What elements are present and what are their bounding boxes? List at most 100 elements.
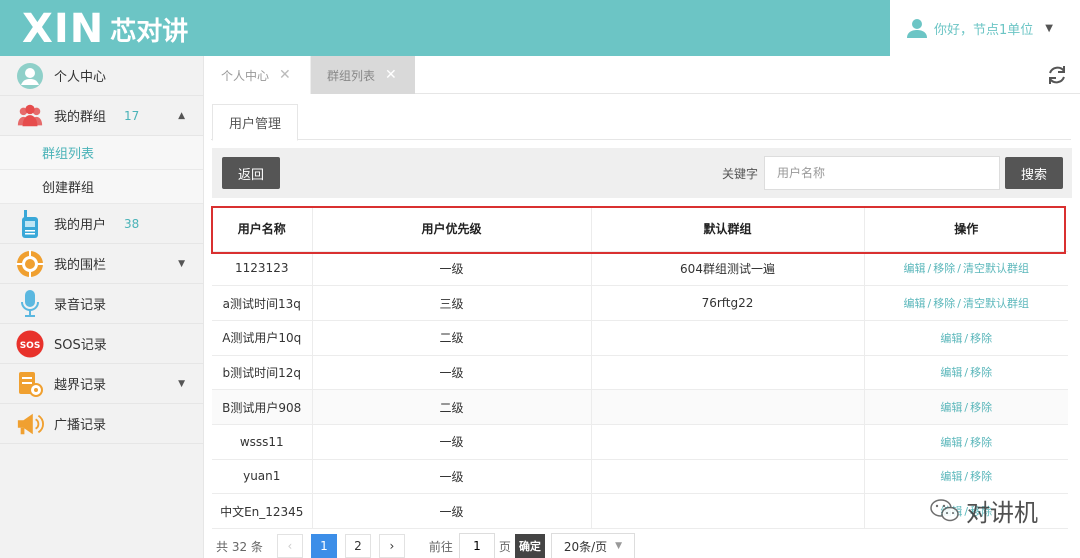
sidebar-item-label: 个人中心 [54,70,107,85]
search-button[interactable]: 搜索 [1005,157,1063,189]
cell-name: 中文En_12345 [212,493,313,529]
sidebar-item-my-fence[interactable]: 我的围栏 ▼ [0,244,203,284]
top-header: XIN 芯对讲 你好，节点1单位 ▼ [0,0,1080,56]
cell-priority: 一级 [312,251,592,287]
fence-target-icon [16,249,44,278]
close-icon[interactable]: ✕ [385,67,397,83]
clear-default-group-link[interactable]: 清空默认群组 [963,262,1029,275]
edit-link[interactable]: 编辑 [904,262,926,275]
goto-page-input[interactable] [458,533,495,558]
edit-link[interactable]: 编辑 [940,401,962,414]
sos-icon: SOS [16,330,44,358]
edit-link[interactable]: 编辑 [940,505,962,518]
cell-priority: 二级 [312,389,592,425]
tab-user-management[interactable]: 用户管理 [212,104,298,141]
cell-name: 1123123 [212,251,313,287]
keyword-input[interactable] [764,156,1000,190]
remove-link[interactable]: 移除 [970,505,992,518]
remove-link[interactable]: 移除 [970,470,992,483]
column-header-name: 用户名称 [212,207,313,252]
page-button-2[interactable]: 2 [344,534,371,558]
tab-personal-center[interactable]: 个人中心 ✕ [205,56,311,94]
megaphone-icon [16,410,44,438]
cell-actions: 编辑 / 移除 [864,320,1068,356]
edit-link[interactable]: 编辑 [940,366,962,379]
next-page-button[interactable]: › [378,534,405,558]
inner-tabs: 用户管理 [211,102,1071,141]
sidebar-item-broadcast[interactable]: 广播记录 [0,404,203,444]
sidebar-item-label: 越界记录 [54,378,107,393]
table-row: 中文En_12345 一级 编辑 / 移除 [212,493,1068,529]
table-header-row: 用户名称 用户优先级 默认群组 操作 [212,207,1068,252]
remove-link[interactable]: 移除 [970,332,992,345]
sidebar-item-group-list[interactable]: 群组列表 [0,136,203,170]
column-header-priority: 用户优先级 [312,207,592,252]
back-button[interactable]: 返回 [222,157,280,189]
user-table: 用户名称 用户优先级 默认群组 操作 1123123 一级 604群组测试一遍 … [212,207,1068,529]
cell-actions: 编辑 / 移除 [864,355,1068,391]
remove-link[interactable]: 移除 [970,366,992,379]
close-icon[interactable]: ✕ [279,67,291,83]
user-menu[interactable]: 你好，节点1单位 ▼ [890,0,1080,56]
remove-link[interactable]: 移除 [933,297,955,310]
cell-priority: 一级 [312,459,592,495]
remove-link[interactable]: 移除 [970,436,992,449]
sidebar-item-my-users[interactable]: 我的用户 38 [0,204,203,244]
chevron-up-icon[interactable]: ▲ [178,111,185,121]
chevron-down-icon[interactable]: ▼ [178,379,185,389]
prev-page-button[interactable]: ‹ [276,534,303,558]
goto-confirm-button[interactable]: 确定 [514,534,545,558]
cell-priority: 一级 [312,355,592,391]
pagination: 共 32 条 ‹ 1 2 › 前往 页 确定 20条/页 ▼ [212,533,1072,558]
cell-group [591,493,865,529]
sidebar-item-label: 录音记录 [54,298,107,313]
refresh-icon[interactable] [1046,64,1068,86]
goto-label: 前往 [428,539,453,554]
edit-link[interactable]: 编辑 [940,332,962,345]
page-button-1[interactable]: 1 [310,534,337,558]
sidebar-item-sos[interactable]: SOS SOS记录 [0,324,203,364]
cell-group [591,459,865,495]
svg-text:SOS: SOS [20,341,41,351]
edit-link[interactable]: 编辑 [904,297,926,310]
cell-actions: 编辑 / 移除 [864,493,1068,529]
cell-name: yuan1 [212,459,313,495]
tab-label: 群组列表 [327,68,376,83]
sidebar-item-my-groups[interactable]: 我的群组 17 ▲ [0,96,203,136]
remove-link[interactable]: 移除 [970,401,992,414]
remove-link[interactable]: 移除 [933,262,955,275]
cell-group: 604群组测试一遍 [591,251,865,287]
tab-group-list[interactable]: 群组列表 ✕ [311,56,415,94]
sidebar-item-recordings[interactable]: 录音记录 [0,284,203,324]
cell-priority: 一级 [312,424,592,460]
chevron-down-icon[interactable]: ▼ [1045,23,1053,34]
chevron-down-icon: ▼ [615,541,623,551]
cell-group [591,424,865,460]
walkie-talkie-icon [16,209,44,238]
edit-link[interactable]: 编辑 [940,470,962,483]
sidebar-item-boundary[interactable]: 越界记录 ▼ [0,364,203,404]
cell-group [591,389,865,425]
group-count-badge: 17 [124,108,140,123]
cell-group [591,320,865,356]
cell-priority: 三级 [312,285,592,321]
table-row: b测试时间12q 一级 编辑 / 移除 [212,355,1068,391]
cell-group: 76rftg22 [591,285,865,321]
cell-name: A测试用户10q [212,320,313,356]
chevron-down-icon[interactable]: ▼ [178,259,185,269]
cell-name: b测试时间12q [212,355,313,391]
cell-actions: 编辑 / 移除 / 清空默认群组 [864,251,1068,287]
tab-label: 个人中心 [221,68,270,83]
page-size-select[interactable]: 20条/页 ▼ [550,533,635,558]
page-unit-label: 页 [498,539,511,554]
sidebar-item-label: 我的群组 [54,110,107,125]
sidebar-item-personal-center[interactable]: 个人中心 [0,56,203,96]
sidebar-item-label: SOS记录 [54,338,107,353]
clear-default-group-link[interactable]: 清空默认群组 [963,297,1029,310]
sidebar-item-create-group[interactable]: 创建群组 [0,170,203,204]
search-toolbar: 返回 关键字 搜索 [212,148,1072,198]
edit-link[interactable]: 编辑 [940,436,962,449]
page-size-value: 20条/页 [563,539,608,554]
sidebar-item-label: 广播记录 [54,418,107,433]
table-row: B测试用户908 二级 编辑 / 移除 [212,389,1068,425]
